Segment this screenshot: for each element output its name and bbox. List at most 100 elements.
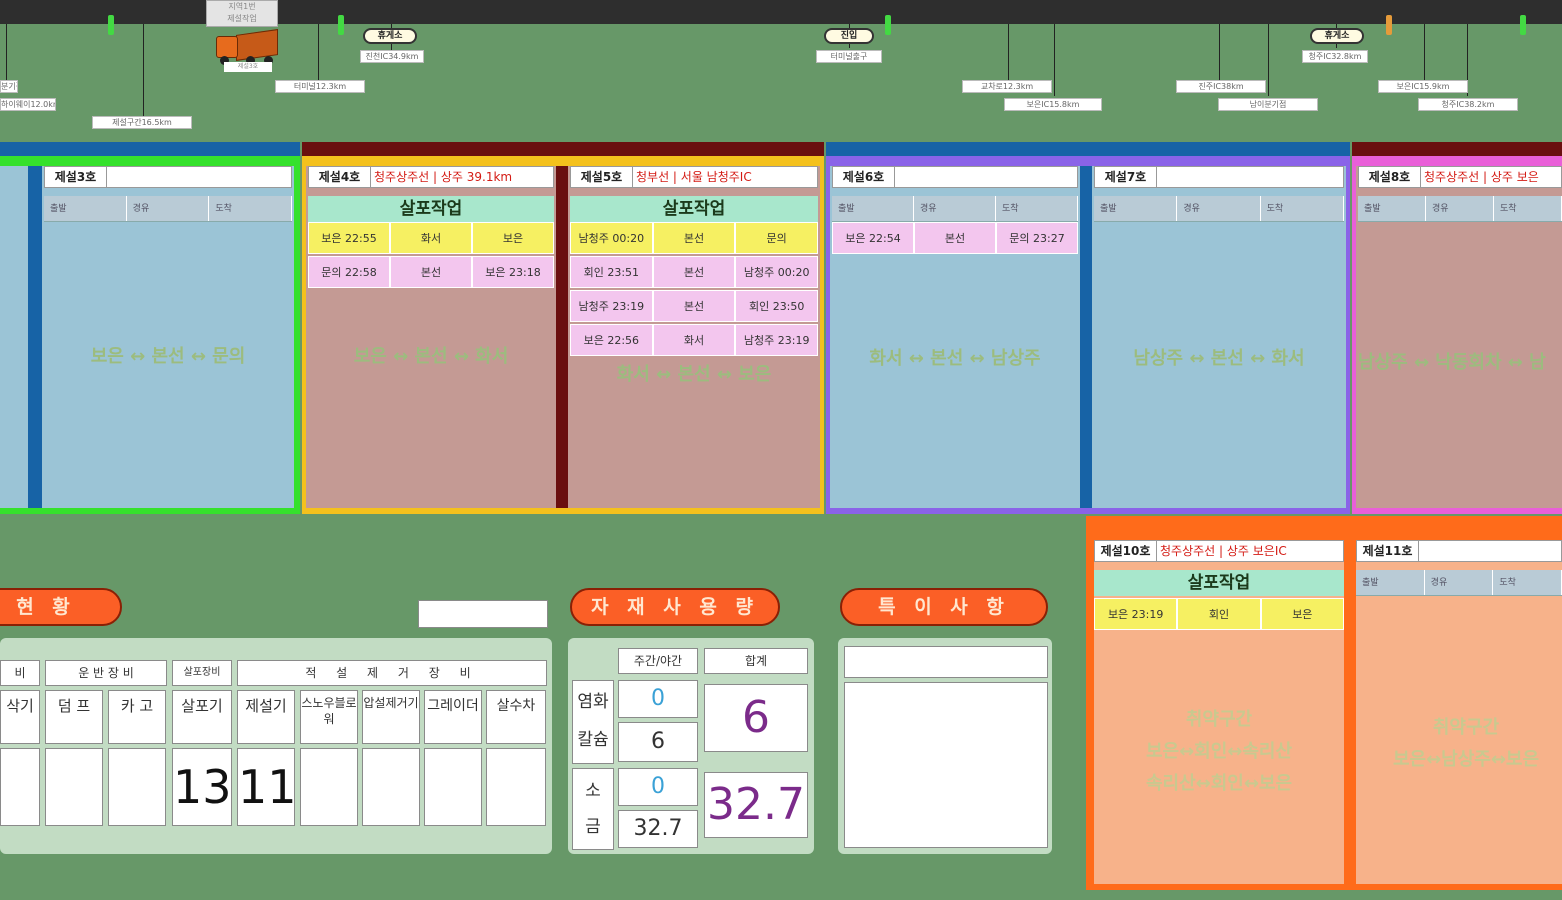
team-header[interactable]: 제설5호 청부선 | 서울 남청주IC — [570, 166, 818, 188]
material-label: 염화 칼슘 — [572, 680, 614, 764]
location-chip: 하이웨이12.0km — [0, 98, 56, 111]
table-row[interactable]: 문의 22:58 본선 보은 23:18 — [308, 256, 554, 288]
team-name: 제설11호 — [1357, 541, 1419, 561]
group-header: 적 설 제 거 장 비 — [237, 660, 547, 686]
team-header[interactable]: 제설11호 — [1356, 540, 1562, 562]
table-cell: 본선 — [652, 222, 736, 254]
table-row[interactable]: 보은 22:55 화서 보은 — [308, 222, 554, 254]
team-name: 제설10호 — [1095, 541, 1157, 561]
equipment-label: 스노우블로워 — [300, 690, 358, 744]
entry-marker[interactable]: 진입 — [824, 28, 874, 44]
date-field[interactable] — [418, 600, 548, 628]
material-night-value[interactable]: 6 — [618, 722, 698, 762]
table-cell: 보은 22:56 — [570, 324, 653, 356]
location-chip: 진천IC34.9km — [360, 50, 424, 63]
equipment-count[interactable] — [0, 748, 40, 826]
rest-area-marker[interactable]: 휴게소 — [1310, 28, 1364, 44]
equipment-label: 덤 프 — [45, 690, 103, 744]
table-cell: 출발 — [832, 196, 914, 221]
team-header[interactable]: 제설4호 청주상주선 | 상주 39.1km — [308, 166, 554, 188]
table-cell: 도착 — [1493, 570, 1562, 595]
column-header: 합계 — [704, 648, 808, 674]
material-total[interactable]: 6 — [704, 684, 808, 752]
equipment-count[interactable]: 11 — [237, 748, 297, 826]
team-route: 청주상주선 | 상주 보은 — [1424, 170, 1539, 184]
marker[interactable] — [1386, 15, 1392, 35]
special-notes-title-button[interactable]: 특 이 사 항 — [840, 588, 1048, 626]
marker[interactable] — [1520, 15, 1526, 35]
special-notes-textarea[interactable] — [844, 682, 1048, 848]
table-cell: 경유 — [914, 196, 996, 221]
truck-icon[interactable]: 제설3호 — [216, 29, 280, 72]
material-total[interactable]: 32.7 — [704, 772, 808, 838]
equipment-label: 제설기 — [237, 690, 295, 744]
team-header[interactable]: 제설7호 — [1094, 166, 1344, 188]
material-night-value[interactable]: 32.7 — [618, 810, 698, 848]
table-cell: 보은 23:19 — [1094, 598, 1178, 630]
marker[interactable] — [885, 15, 891, 35]
marker[interactable] — [108, 15, 114, 35]
marker[interactable] — [338, 15, 344, 35]
equipment-count[interactable]: 13 — [172, 748, 232, 826]
work-status: 살포작업 — [1094, 570, 1344, 596]
map-line — [1268, 24, 1269, 96]
status-title-button[interactable]: 현 황 — [0, 588, 122, 626]
route-label: 남상주 ↔ 본선 ↔ 화서 — [1133, 348, 1305, 369]
work-status: 살포작업 — [308, 196, 554, 222]
team-route — [1157, 167, 1343, 187]
route-label: 남상주 ↔ 낙동회차 ↔ 남 — [1358, 352, 1546, 373]
team-route: 청주상주선 | 상주 보은IC — [1160, 544, 1287, 558]
special-notes-header-field[interactable] — [844, 646, 1048, 678]
equipment-label: 삭기 — [0, 690, 40, 744]
table-row[interactable]: 남청주 00:20 본선 문의 — [570, 222, 819, 254]
table-row[interactable]: 보은 23:19 회인 보은 — [1094, 598, 1344, 630]
map-line — [318, 24, 319, 82]
map-line — [1008, 24, 1009, 80]
table-cell: 출발 — [44, 196, 127, 221]
column-header: 주간/야간 — [618, 648, 698, 674]
table-cell: 화서 — [652, 324, 736, 356]
team-name: 제설4호 — [309, 167, 371, 187]
truck-label: 제설3호 — [224, 62, 272, 72]
equipment-label: 살포기 — [172, 690, 232, 744]
dashboard: 지역1번 제설작업 제설3호 휴게소 진입 휴게소 분기점 하이웨이12.0km… — [0, 0, 1562, 900]
location-chip: 분기점 — [0, 80, 18, 93]
equipment-count[interactable] — [108, 748, 166, 826]
team-panel — [0, 166, 28, 508]
team-route — [1419, 541, 1561, 561]
equipment-label: 그레이더 — [424, 690, 482, 744]
table-cell: 경유 — [1177, 196, 1261, 221]
equipment-count[interactable] — [362, 748, 420, 826]
table-row[interactable]: 남청주 23:19 본선 회인 23:50 — [570, 290, 819, 322]
team-header[interactable]: 제설10호 청주상주선 | 상주 보은IC — [1094, 540, 1344, 562]
table-row[interactable]: 회인 23:51 본선 남청주 00:20 — [570, 256, 819, 288]
team-header[interactable]: 제설6호 — [832, 166, 1078, 188]
material-day-value[interactable]: 0 — [618, 768, 698, 806]
table-cell: 문의 23:27 — [996, 222, 1078, 254]
equipment-count[interactable] — [486, 748, 546, 826]
equipment-label: 살수차 — [486, 690, 546, 744]
material-day-value[interactable]: 0 — [618, 680, 698, 718]
table-cell: 출발 — [1094, 196, 1178, 221]
table-cell: 보은 — [472, 222, 554, 254]
team-header[interactable]: 제설8호 청주상주선 | 상주 보은 — [1358, 166, 1562, 188]
table-row[interactable]: 보은 22:54 본선 문의 23:27 — [832, 222, 1078, 254]
material-title-button[interactable]: 자 재 사 용 량 — [570, 588, 780, 626]
location-chip: 제설구간16.5km — [92, 116, 192, 129]
team-route — [107, 167, 291, 187]
equipment-count[interactable] — [424, 748, 482, 826]
table-cell: 보은 22:55 — [308, 222, 390, 254]
table-cell: 남청주 00:20 — [570, 222, 653, 254]
column-header: 출발 경유 도착 — [1358, 196, 1562, 222]
equipment-count[interactable] — [45, 748, 103, 826]
team-header[interactable]: 제설3호 — [44, 166, 292, 188]
table-cell: 남청주 00:20 — [735, 256, 819, 288]
location-chip: 교차로12.3km — [962, 80, 1052, 93]
rest-area-marker[interactable]: 휴게소 — [363, 28, 417, 44]
route-label: 보은 ↔ 본선 ↔ 화서 — [353, 346, 509, 367]
equipment-count[interactable] — [300, 748, 358, 826]
table-cell: 도착 — [209, 196, 293, 221]
table-row[interactable]: 보은 22:56 화서 남청주 23:19 — [570, 324, 819, 356]
table-cell: 도착 — [1494, 196, 1562, 221]
table-cell: 보은 23:18 — [472, 256, 554, 288]
